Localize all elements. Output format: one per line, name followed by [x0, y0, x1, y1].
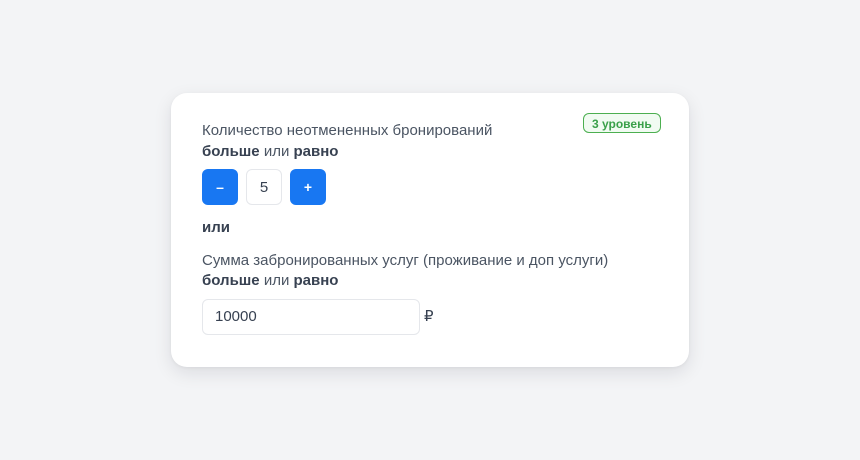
services-sum-condition: больше или равно — [202, 271, 338, 291]
or-separator: или — [202, 219, 230, 236]
condition-more: больше — [202, 143, 260, 160]
increment-button[interactable]: + — [290, 169, 326, 205]
ruble-currency-sign: ₽ — [424, 308, 434, 325]
condition-equal: равно — [293, 272, 339, 289]
services-sum-input[interactable]: 10000 — [202, 299, 420, 335]
level-badge: 3 уровень — [583, 113, 661, 133]
condition-or: или — [263, 272, 290, 289]
decrement-button[interactable]: – — [202, 169, 238, 205]
condition-or: или — [263, 143, 290, 160]
bookings-count-value[interactable]: 5 — [246, 169, 282, 205]
bookings-quantity-stepper: – 5 + — [202, 169, 326, 205]
services-sum-label: Сумма забронированных услуг (проживание … — [202, 252, 609, 269]
condition-more: больше — [202, 272, 260, 289]
condition-equal: равно — [293, 143, 339, 160]
bookings-count-label: Количество неотмененных бронирований — [202, 122, 493, 139]
bookings-condition: больше или равно — [202, 142, 338, 162]
loyalty-level-card: 3 уровень Количество неотмененных бронир… — [171, 93, 689, 367]
